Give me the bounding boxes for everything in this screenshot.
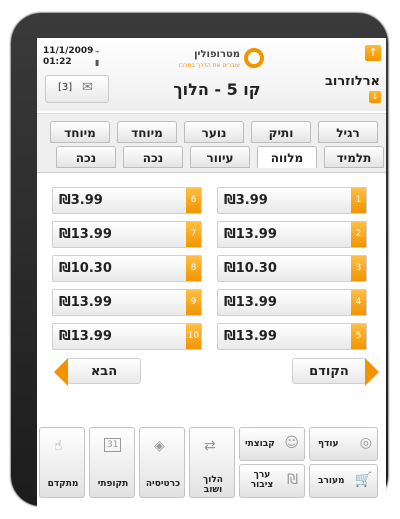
mixed-button[interactable]: 🛒 מעורב bbox=[309, 464, 378, 498]
price-value: ₪13.99 bbox=[224, 295, 277, 310]
zone-number: 3 bbox=[351, 256, 366, 281]
return-arrows-icon: ⇄ bbox=[204, 438, 216, 454]
header: 11/1/2009 01:22 ⌁ ▮ מטרופולין עוברים את ה… bbox=[37, 38, 386, 111]
signal-icon: ⌁ ▮ bbox=[95, 47, 100, 67]
price-cell[interactable]: ₪13.99 4 bbox=[217, 289, 367, 316]
zone-number: 10 bbox=[186, 324, 201, 349]
tab-special-1[interactable]: מיוחד bbox=[117, 121, 177, 143]
price-cell[interactable]: ₪10.30 8 bbox=[52, 255, 202, 282]
advanced-button[interactable]: ☝ מתקדם bbox=[39, 427, 85, 498]
station-down-arrow-icon[interactable]: ↓ bbox=[369, 91, 381, 103]
zone-number: 5 bbox=[351, 324, 366, 349]
price-cell[interactable]: ₪3.99 6 bbox=[52, 187, 202, 214]
public-value-label: ערך ציבור bbox=[250, 470, 274, 490]
zone-number: 7 bbox=[186, 222, 201, 247]
prev-button[interactable]: הקודם bbox=[292, 358, 379, 386]
right-arrow-icon bbox=[365, 358, 379, 386]
zone-number: 8 bbox=[186, 256, 201, 281]
price-value: ₪10.30 bbox=[59, 261, 112, 276]
touch-hand-icon: ☝ bbox=[54, 438, 63, 454]
price-value: ₪13.99 bbox=[224, 329, 277, 344]
tab-disabled-2[interactable]: נכה bbox=[56, 146, 116, 168]
price-value: ₪13.99 bbox=[224, 227, 277, 242]
price-cell[interactable]: ₪10.30 3 bbox=[217, 255, 367, 282]
surplus-button[interactable]: ◎ עודף bbox=[309, 427, 378, 461]
tablet-frame: 11/1/2009 01:22 ⌁ ▮ מטרופולין עוברים את ה… bbox=[11, 13, 388, 508]
surplus-label: עודף bbox=[318, 439, 339, 449]
zone-number: 1 bbox=[351, 188, 366, 213]
zone-number: 6 bbox=[186, 188, 201, 213]
return-trip-label: הלוך ושוב bbox=[203, 475, 223, 495]
price-cell[interactable]: ₪13.99 5 bbox=[217, 323, 367, 350]
datetime: 11/1/2009 01:22 bbox=[43, 46, 93, 68]
logo-mark-icon bbox=[244, 48, 264, 68]
tab-special-2[interactable]: מיוחד bbox=[50, 121, 110, 143]
price-grid: ₪3.99 1 ₪13.99 2 ₪10.30 3 ₪13.99 4 ₪13.99 5 ₪… bbox=[37, 172, 386, 372]
price-cell[interactable]: ₪13.99 7 bbox=[52, 221, 202, 248]
coins-icon: ◎ bbox=[359, 435, 372, 451]
screen: 11/1/2009 01:22 ⌁ ▮ מטרופולין עוברים את ה… bbox=[37, 38, 386, 508]
tag-icon: ◈ bbox=[154, 438, 165, 454]
left-arrow-icon bbox=[54, 358, 68, 386]
advanced-label: מתקדם bbox=[47, 479, 79, 489]
time: 01:22 bbox=[43, 57, 72, 67]
ticket-card-label: כרטיסיה bbox=[145, 479, 181, 489]
ticket-card-button[interactable]: ◈ כרטיסיה bbox=[139, 427, 185, 498]
shopping-cart-icon: 🛒 bbox=[354, 472, 372, 488]
logo-name: מטרופולין bbox=[194, 49, 240, 60]
price-cell[interactable]: ₪13.99 10 bbox=[52, 323, 202, 350]
group-people-icon: ☺ bbox=[284, 435, 299, 451]
groups-button[interactable]: ☺ קבוצתי bbox=[239, 427, 305, 461]
price-cell[interactable]: ₪3.99 1 bbox=[217, 187, 367, 214]
logo: מטרופולין עוברים את הדרך במרכז bbox=[176, 46, 266, 74]
price-value: ₪10.30 bbox=[224, 261, 277, 276]
groups-label: קבוצתי bbox=[245, 439, 275, 449]
station-name: ארלוזרוב bbox=[324, 74, 380, 89]
price-value: ₪3.99 bbox=[224, 193, 268, 208]
mixed-label: מעורב bbox=[318, 476, 345, 486]
zone-number: 9 bbox=[186, 290, 201, 315]
station-up-arrow-icon[interactable]: ↑ bbox=[365, 45, 381, 61]
price-value: ₪13.99 bbox=[59, 227, 112, 242]
prev-label: הקודם bbox=[309, 364, 349, 379]
tab-escort[interactable]: מלווה bbox=[257, 146, 317, 168]
shekel-icon: ₪ bbox=[287, 472, 298, 488]
calendar-icon: 31 bbox=[104, 438, 122, 452]
periodic-button[interactable]: 31 תקופתי bbox=[89, 427, 135, 498]
fare-type-tabs: רגיל ותיק נוער מיוחד מיוחד תלמיד מלווה ע… bbox=[37, 113, 386, 173]
date: 11/1/2009 bbox=[43, 46, 94, 56]
message-count: [3] bbox=[58, 82, 73, 93]
price-value: ₪13.99 bbox=[59, 295, 112, 310]
logo-tagline: עוברים את הדרך במרכז bbox=[178, 62, 240, 69]
tab-regular[interactable]: רגיל bbox=[318, 121, 378, 143]
price-value: ₪13.99 bbox=[59, 329, 112, 344]
zone-number: 4 bbox=[351, 290, 366, 315]
page-title: קו 5 - הלוך bbox=[173, 80, 261, 99]
next-label: הבא bbox=[90, 364, 118, 379]
tab-senior[interactable]: ותיק bbox=[251, 121, 311, 143]
tab-blind[interactable]: עיוור bbox=[190, 146, 250, 168]
next-button[interactable]: הבא bbox=[54, 358, 141, 386]
price-cell[interactable]: ₪13.99 9 bbox=[52, 289, 202, 316]
price-cell[interactable]: ₪13.99 2 bbox=[217, 221, 367, 248]
messages-button[interactable]: [3] ✉ bbox=[45, 75, 109, 103]
zone-number: 2 bbox=[351, 222, 366, 247]
periodic-label: תקופתי bbox=[97, 479, 129, 489]
envelope-icon: ✉ bbox=[82, 80, 93, 95]
public-value-button[interactable]: ₪ ערך ציבור bbox=[239, 464, 305, 498]
return-trip-button[interactable]: ⇄ הלוך ושוב bbox=[189, 427, 235, 498]
tab-student[interactable]: תלמיד bbox=[324, 146, 384, 168]
tab-disabled-1[interactable]: נכה bbox=[123, 146, 183, 168]
tab-youth[interactable]: נוער bbox=[184, 121, 244, 143]
price-value: ₪3.99 bbox=[59, 193, 103, 208]
